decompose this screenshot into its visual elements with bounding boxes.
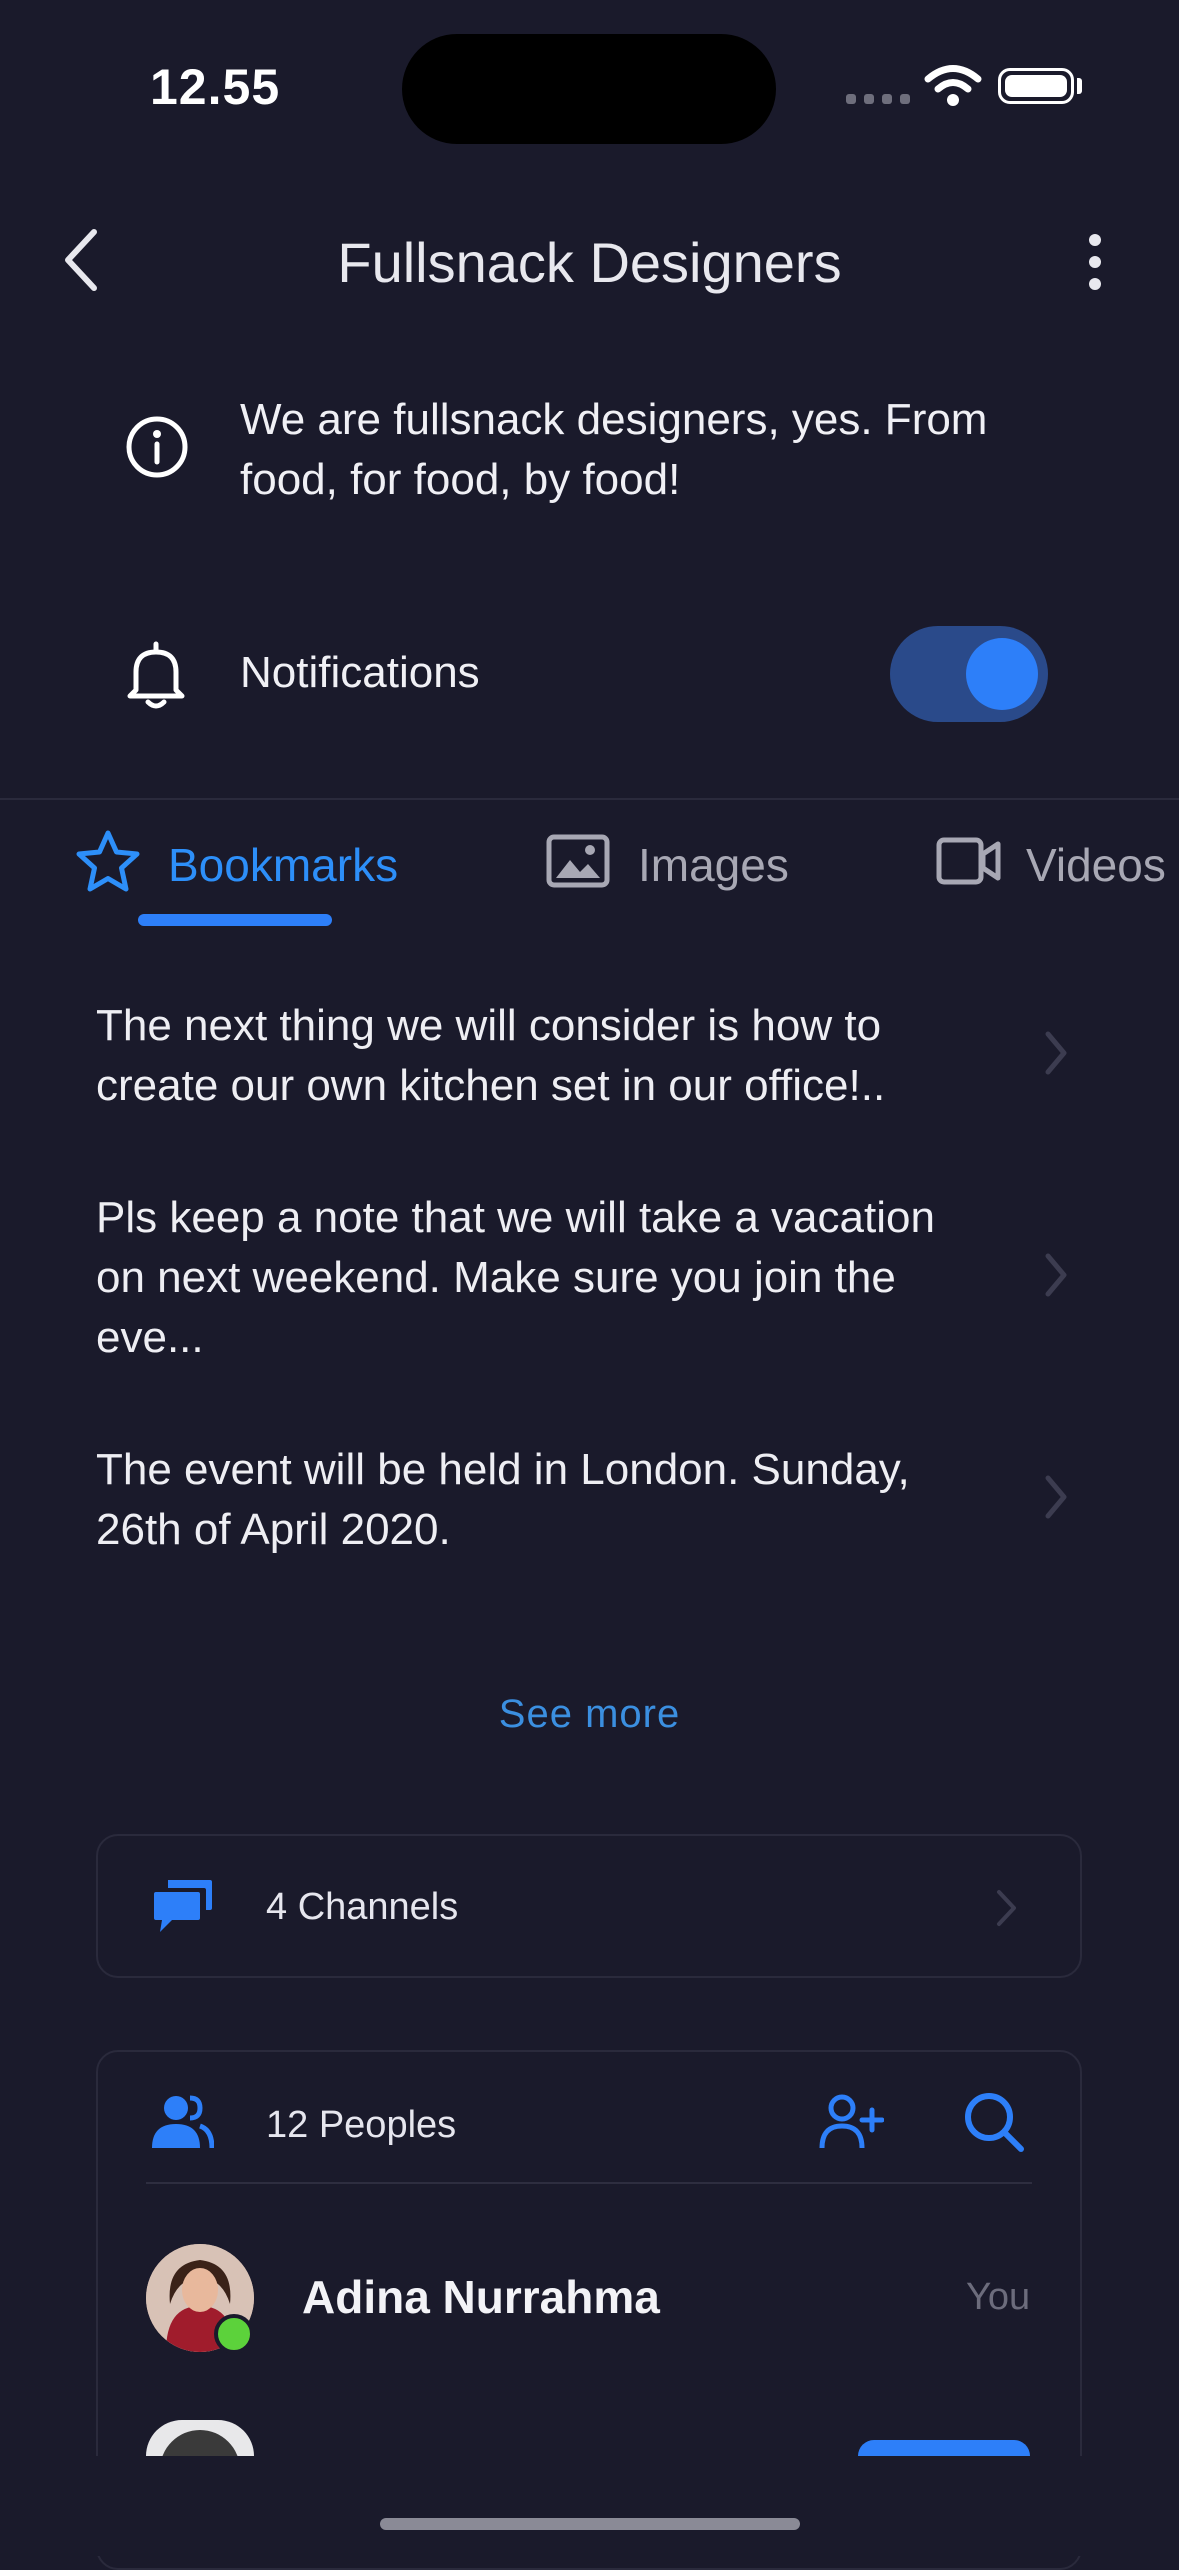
group-description: We are fullsnack designers, yes. From fo…	[240, 395, 988, 504]
page-title: Fullsnack Designers	[337, 231, 842, 294]
online-status-dot	[214, 2314, 254, 2354]
cellular-signal-icon	[846, 94, 910, 104]
notifications-label: Notifications	[240, 648, 480, 697]
more-vertical-icon[interactable]	[1080, 232, 1110, 292]
avatar	[146, 2420, 254, 2456]
bookmark-item[interactable]: Pls keep a note that we will take a vaca…	[96, 1188, 996, 1368]
toggle-knob	[966, 638, 1038, 710]
battery-cap	[1077, 78, 1082, 94]
people-divider	[146, 2182, 1032, 2184]
star-icon[interactable]	[74, 828, 142, 894]
tab-videos[interactable]: Videos	[1026, 838, 1166, 892]
chevron-right-icon	[1045, 1031, 1067, 1075]
status-time: 12.55	[150, 59, 281, 115]
image-icon[interactable]	[546, 834, 610, 888]
active-tab-indicator	[138, 914, 332, 926]
you-label: You	[966, 2276, 1031, 2318]
people-icon	[152, 2095, 214, 2149]
add-user-icon[interactable]	[818, 2094, 884, 2150]
channels-card[interactable]	[96, 1834, 1082, 1978]
tab-images[interactable]: Images	[638, 838, 789, 892]
bell-icon	[127, 641, 185, 709]
wifi-icon	[924, 65, 982, 106]
channels-count: 4 Channels	[266, 1886, 459, 1928]
search-icon[interactable]	[962, 2090, 1026, 2154]
bookmark-item[interactable]: The next thing we will consider is how t…	[96, 996, 996, 1116]
bottom-safe-area	[0, 2456, 1179, 2556]
video-icon[interactable]	[936, 836, 1002, 886]
notifications-toggle[interactable]	[890, 626, 1048, 722]
info-icon	[126, 416, 188, 478]
chevron-right-icon	[997, 1890, 1016, 1926]
home-indicator	[380, 2518, 800, 2530]
chat-bubbles-icon	[154, 1880, 212, 1932]
action-button[interactable]	[858, 2440, 1030, 2456]
dynamic-island	[402, 34, 776, 144]
divider	[0, 798, 1179, 800]
member-name[interactable]: Adina Nurrahma	[302, 2270, 660, 2324]
bookmark-item[interactable]: The event will be held in London. Sunday…	[96, 1440, 996, 1560]
people-count: 12 Peoples	[266, 2104, 457, 2146]
chevron-right-icon	[1045, 1475, 1067, 1519]
see-more-link[interactable]: See more	[0, 1692, 1179, 1737]
chevron-right-icon	[1045, 1253, 1067, 1297]
tab-bookmarks[interactable]: Bookmarks	[168, 838, 398, 892]
battery-icon	[998, 68, 1074, 104]
